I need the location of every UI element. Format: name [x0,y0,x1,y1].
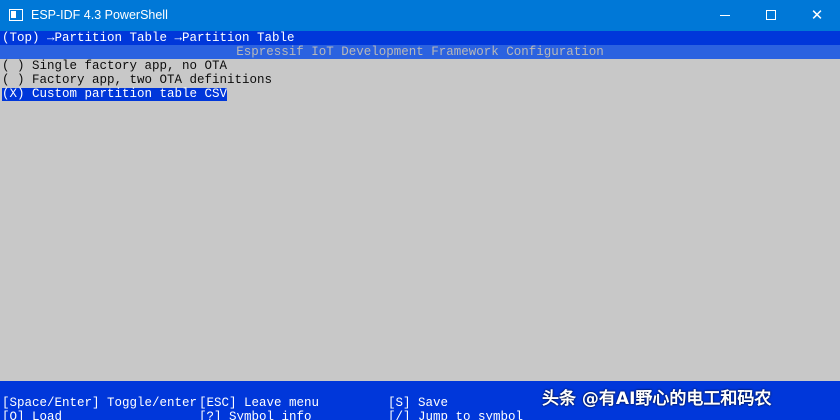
hotkey-toggle-enter[interactable]: [Space/Enter] Toggle/enter [2,397,197,410]
option-custom-partition-csv[interactable]: (X) Custom partition table CSV [2,88,228,101]
option-single-factory-app[interactable]: ( ) Single factory app, no OTA [2,60,227,73]
window-titlebar[interactable]: ESP-IDF 4.3 PowerShell ✕ [0,0,840,31]
framework-config-title: Espressif IoT Development Framework Conf… [0,45,840,59]
maximize-icon [766,10,776,20]
option-factory-app-two-ota[interactable]: ( ) Factory app, two OTA definitions [2,74,272,87]
hotkey-symbol-info[interactable]: [?] Symbol info [199,411,312,420]
hotkey-jump-to-symbol[interactable]: [/] Jump to symbol [388,411,523,420]
maximize-button[interactable] [748,0,794,31]
breadcrumb: (Top) →Partition Table →Partition Table [0,32,840,45]
close-icon: ✕ [810,6,824,24]
menu-content-area: ( ) Single factory app, no OTA ( ) Facto… [0,59,840,381]
hotkey-leave-menu[interactable]: [ESC] Leave menu [199,397,319,410]
close-button[interactable]: ✕ [794,0,840,31]
hotkey-load[interactable]: [O] Load [2,411,62,420]
minimize-icon [720,15,730,16]
minimize-button[interactable] [702,0,748,31]
powershell-window-icon [9,9,23,21]
hotkey-save[interactable]: [S] Save [388,397,448,410]
watermark-text: 头条 @有AI野心的电工和码农 [542,389,772,409]
window-title: ESP-IDF 4.3 PowerShell [31,8,168,22]
